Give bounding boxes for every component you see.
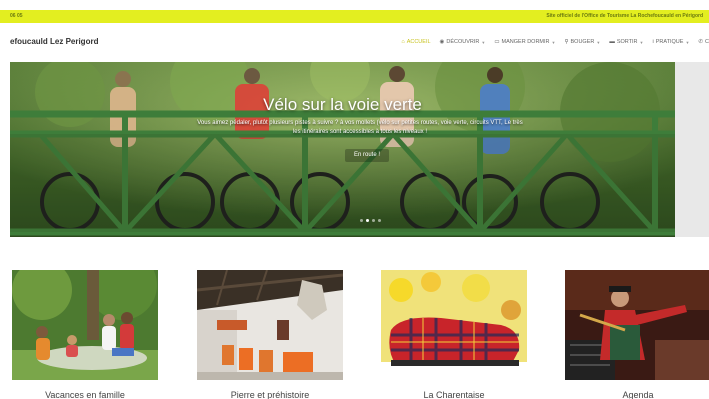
info-icon: i: [652, 39, 654, 45]
musician-performance-photo[interactable]: [565, 270, 709, 380]
nav-item-sortir[interactable]: ▬ SORTIR ▼: [609, 39, 643, 45]
nav-label: MANGER DORMIR: [501, 39, 550, 45]
slider-dot[interactable]: [360, 219, 363, 222]
nav-label: SORTIR: [616, 39, 638, 45]
home-icon: ⌂: [401, 39, 405, 45]
family-picnic-photo[interactable]: [12, 270, 158, 380]
slider-dot-active[interactable]: [366, 219, 369, 222]
card-caption[interactable]: La Charentaise: [381, 390, 527, 399]
nav-item-manger-dormir[interactable]: ▭ MANGER DORMIR ▼: [494, 39, 555, 45]
chevron-down-icon: ▼: [551, 39, 556, 45]
phone-icon: ✆: [698, 39, 704, 45]
site-title[interactable]: efoucauld Lez Perigord: [10, 37, 98, 46]
nav-label: PRATIQUE: [655, 39, 684, 45]
slider-pagination: [360, 219, 381, 222]
nav-item-pratique[interactable]: i PRATIQUE ▼: [652, 39, 689, 45]
nav-label: BOUGER: [570, 39, 595, 45]
slider-dot[interactable]: [372, 219, 375, 222]
card-pierre-et-prehistoire[interactable]: Pierre et préhistoire: [197, 270, 343, 399]
compass-icon: ◉: [439, 39, 445, 45]
card-la-charentaise[interactable]: La Charentaise: [381, 270, 527, 399]
card-agenda[interactable]: Agenda: [565, 270, 709, 399]
tartan-slipper-photo[interactable]: [381, 270, 527, 380]
nav-label: DÉCOUVRIR: [446, 39, 480, 45]
card-caption[interactable]: Vacances en famille: [12, 390, 158, 399]
nav-item-accueil[interactable]: ⌂ ACCUEIL: [401, 39, 430, 45]
chevron-down-icon: ▼: [481, 39, 486, 45]
site-header: efoucauld Lez Perigord ⌂ ACCUEIL ◉ DÉCOU…: [0, 23, 709, 61]
nav-label: ACCUEIL: [406, 39, 431, 45]
bike-icon: ⚲: [564, 39, 569, 45]
hero-slider[interactable]: Vélo sur la voie verte Vous aimez pédale…: [10, 62, 675, 237]
nav-item-bouger[interactable]: ⚲ BOUGER ▼: [564, 39, 600, 45]
top-bar-site-notice[interactable]: Site officiel de l'Office de Tourisme La…: [546, 13, 703, 19]
chevron-down-icon: ▼: [639, 39, 644, 45]
hero-cta-button[interactable]: En route !: [345, 149, 389, 162]
ticket-icon: ▬: [609, 39, 615, 45]
bed-icon: ▭: [494, 39, 500, 45]
museum-exhibit-photo[interactable]: [197, 270, 343, 380]
next-slide-preview: [675, 62, 709, 237]
nav-label: C: [705, 39, 709, 45]
chevron-down-icon: ▼: [596, 39, 601, 45]
hero-photo-cyclists-on-bridge: [10, 62, 675, 237]
card-vacances-en-famille[interactable]: Vacances en famille: [12, 270, 158, 399]
slider-dot[interactable]: [378, 219, 381, 222]
top-bar-left-text: 06 05: [10, 13, 23, 19]
card-caption[interactable]: Agenda: [565, 390, 709, 399]
top-bar: 06 05 Site officiel de l'Office de Touri…: [0, 10, 709, 23]
chevron-down-icon: ▼: [685, 39, 690, 45]
nav-item-decouvrir[interactable]: ◉ DÉCOUVRIR ▼: [440, 39, 486, 45]
card-caption[interactable]: Pierre et préhistoire: [197, 390, 343, 399]
hero-subtitle: Vous aimez pédaler, plutôt plusieurs pis…: [197, 120, 523, 135]
feature-cards: Vacances en famille Pierre et préhistoir…: [0, 270, 709, 399]
hero-title: Vélo sur la voie verte: [263, 95, 422, 114]
main-nav: ⌂ ACCUEIL ◉ DÉCOUVRIR ▼ ▭ MANGER DORMIR …: [401, 39, 709, 45]
nav-item-contact[interactable]: ✆ C: [698, 39, 709, 45]
